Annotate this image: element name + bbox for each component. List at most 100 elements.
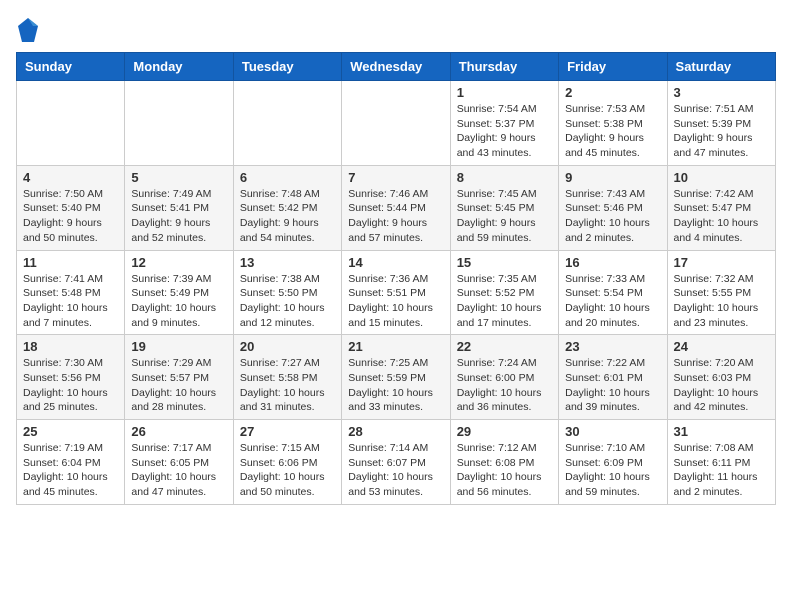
day-cell: 23 Sunrise: 7:22 AMSunset: 6:01 PMDayligh… [559,335,667,420]
day-info: Sunrise: 7:27 AMSunset: 5:58 PMDaylight:… [240,356,335,415]
day-cell: 31Sunrise: 7:08 AMSunset: 6:11 PMDayligh… [667,420,775,505]
day-number: 8 [457,170,552,185]
day-cell: 8 Sunrise: 7:45 AMSunset: 5:45 PMDaylight… [450,165,558,250]
day-number: 18 [23,339,118,354]
day-cell: 3 Sunrise: 7:51 AMSunset: 5:39 PMDaylight… [667,81,775,166]
weekday-header-monday: Monday [125,53,233,81]
day-cell: 22 Sunrise: 7:24 AMSunset: 6:00 PMDayligh… [450,335,558,420]
day-cell [342,81,450,166]
day-info: Sunrise: 7:30 AMSunset: 5:56 PMDaylight:… [23,356,118,415]
day-cell: 19 Sunrise: 7:29 AMSunset: 5:57 PMDayligh… [125,335,233,420]
day-info: Sunrise: 7:45 AMSunset: 5:45 PMDaylight:… [457,187,552,246]
day-cell: 11 Sunrise: 7:41 AMSunset: 5:48 PMDayligh… [17,250,125,335]
day-number: 15 [457,255,552,270]
day-cell: 9 Sunrise: 7:43 AMSunset: 5:46 PMDaylight… [559,165,667,250]
day-info: Sunrise: 7:41 AMSunset: 5:48 PMDaylight:… [23,272,118,331]
weekday-header-thursday: Thursday [450,53,558,81]
day-info: Sunrise: 7:38 AMSunset: 5:50 PMDaylight:… [240,272,335,331]
day-number: 9 [565,170,660,185]
header [16,16,776,44]
day-cell: 5 Sunrise: 7:49 AMSunset: 5:41 PMDaylight… [125,165,233,250]
day-number: 26 [131,424,226,439]
day-number: 14 [348,255,443,270]
day-number: 30 [565,424,660,439]
week-row-1: 1Sunrise: 7:54 AMSunset: 5:37 PMDaylight… [17,81,776,166]
day-info: Sunrise: 7:12 AMSunset: 6:08 PMDaylight:… [457,441,552,500]
day-number: 22 [457,339,552,354]
day-info: Sunrise: 7:15 AMSunset: 6:06 PMDaylight:… [240,441,335,500]
day-cell: 26 Sunrise: 7:17 AMSunset: 6:05 PMDayligh… [125,420,233,505]
day-info: Sunrise: 7:19 AMSunset: 6:04 PMDaylight:… [23,441,118,500]
calendar: SundayMondayTuesdayWednesdayThursdayFrid… [16,52,776,505]
day-info: Sunrise: 7:22 AMSunset: 6:01 PMDaylight:… [565,356,660,415]
day-info: Sunrise: 7:35 AMSunset: 5:52 PMDaylight:… [457,272,552,331]
weekday-header-tuesday: Tuesday [233,53,341,81]
day-number: 29 [457,424,552,439]
logo-icon [16,16,40,44]
day-info: Sunrise: 7:24 AMSunset: 6:00 PMDaylight:… [457,356,552,415]
day-cell: 15 Sunrise: 7:35 AMSunset: 5:52 PMDayligh… [450,250,558,335]
weekday-header-saturday: Saturday [667,53,775,81]
day-number: 6 [240,170,335,185]
day-number: 11 [23,255,118,270]
day-number: 3 [674,85,769,100]
logo [16,16,44,44]
day-cell: 1Sunrise: 7:54 AMSunset: 5:37 PMDaylight… [450,81,558,166]
day-info: Sunrise: 7:20 AMSunset: 6:03 PMDaylight:… [674,356,769,415]
day-number: 1 [457,85,552,100]
day-cell [233,81,341,166]
day-info: Sunrise: 7:17 AMSunset: 6:05 PMDaylight:… [131,441,226,500]
day-info: Sunrise: 7:46 AMSunset: 5:44 PMDaylight:… [348,187,443,246]
day-info: Sunrise: 7:48 AMSunset: 5:42 PMDaylight:… [240,187,335,246]
day-number: 25 [23,424,118,439]
weekday-header-wednesday: Wednesday [342,53,450,81]
day-number: 21 [348,339,443,354]
day-info: Sunrise: 7:33 AMSunset: 5:54 PMDaylight:… [565,272,660,331]
day-info: Sunrise: 7:49 AMSunset: 5:41 PMDaylight:… [131,187,226,246]
day-cell: 27Sunrise: 7:15 AMSunset: 6:06 PMDayligh… [233,420,341,505]
day-number: 31 [674,424,769,439]
day-info: Sunrise: 7:42 AMSunset: 5:47 PMDaylight:… [674,187,769,246]
day-cell: 13 Sunrise: 7:38 AMSunset: 5:50 PMDayligh… [233,250,341,335]
day-cell: 2 Sunrise: 7:53 AMSunset: 5:38 PMDaylight… [559,81,667,166]
day-cell: 6 Sunrise: 7:48 AMSunset: 5:42 PMDaylight… [233,165,341,250]
day-cell [125,81,233,166]
day-info: Sunrise: 7:51 AMSunset: 5:39 PMDaylight:… [674,102,769,161]
day-info: Sunrise: 7:39 AMSunset: 5:49 PMDaylight:… [131,272,226,331]
day-cell: 18 Sunrise: 7:30 AMSunset: 5:56 PMDayligh… [17,335,125,420]
day-info: Sunrise: 7:29 AMSunset: 5:57 PMDaylight:… [131,356,226,415]
day-cell: 17Sunrise: 7:32 AMSunset: 5:55 PMDayligh… [667,250,775,335]
weekday-header-friday: Friday [559,53,667,81]
day-cell: 14 Sunrise: 7:36 AMSunset: 5:51 PMDayligh… [342,250,450,335]
day-number: 19 [131,339,226,354]
day-cell: 29 Sunrise: 7:12 AMSunset: 6:08 PMDayligh… [450,420,558,505]
week-row-5: 25 Sunrise: 7:19 AMSunset: 6:04 PMDayligh… [17,420,776,505]
day-number: 20 [240,339,335,354]
day-number: 10 [674,170,769,185]
week-row-3: 11 Sunrise: 7:41 AMSunset: 5:48 PMDayligh… [17,250,776,335]
day-info: Sunrise: 7:53 AMSunset: 5:38 PMDaylight:… [565,102,660,161]
weekday-header-row: SundayMondayTuesdayWednesdayThursdayFrid… [17,53,776,81]
day-info: Sunrise: 7:25 AMSunset: 5:59 PMDaylight:… [348,356,443,415]
day-cell: 12Sunrise: 7:39 AMSunset: 5:49 PMDayligh… [125,250,233,335]
day-number: 2 [565,85,660,100]
day-info: Sunrise: 7:43 AMSunset: 5:46 PMDaylight:… [565,187,660,246]
day-number: 13 [240,255,335,270]
day-cell: 28 Sunrise: 7:14 AMSunset: 6:07 PMDayligh… [342,420,450,505]
day-number: 28 [348,424,443,439]
day-number: 24 [674,339,769,354]
day-cell: 24 Sunrise: 7:20 AMSunset: 6:03 PMDayligh… [667,335,775,420]
week-row-2: 4 Sunrise: 7:50 AMSunset: 5:40 PMDaylight… [17,165,776,250]
day-cell: 4 Sunrise: 7:50 AMSunset: 5:40 PMDaylight… [17,165,125,250]
day-number: 5 [131,170,226,185]
day-info: Sunrise: 7:36 AMSunset: 5:51 PMDaylight:… [348,272,443,331]
day-info: Sunrise: 7:50 AMSunset: 5:40 PMDaylight:… [23,187,118,246]
day-number: 4 [23,170,118,185]
week-row-4: 18 Sunrise: 7:30 AMSunset: 5:56 PMDayligh… [17,335,776,420]
day-cell: 7Sunrise: 7:46 AMSunset: 5:44 PMDaylight… [342,165,450,250]
day-cell: 25 Sunrise: 7:19 AMSunset: 6:04 PMDayligh… [17,420,125,505]
day-info: Sunrise: 7:32 AMSunset: 5:55 PMDaylight:… [674,272,769,331]
day-info: Sunrise: 7:14 AMSunset: 6:07 PMDaylight:… [348,441,443,500]
day-cell [17,81,125,166]
day-number: 23 [565,339,660,354]
